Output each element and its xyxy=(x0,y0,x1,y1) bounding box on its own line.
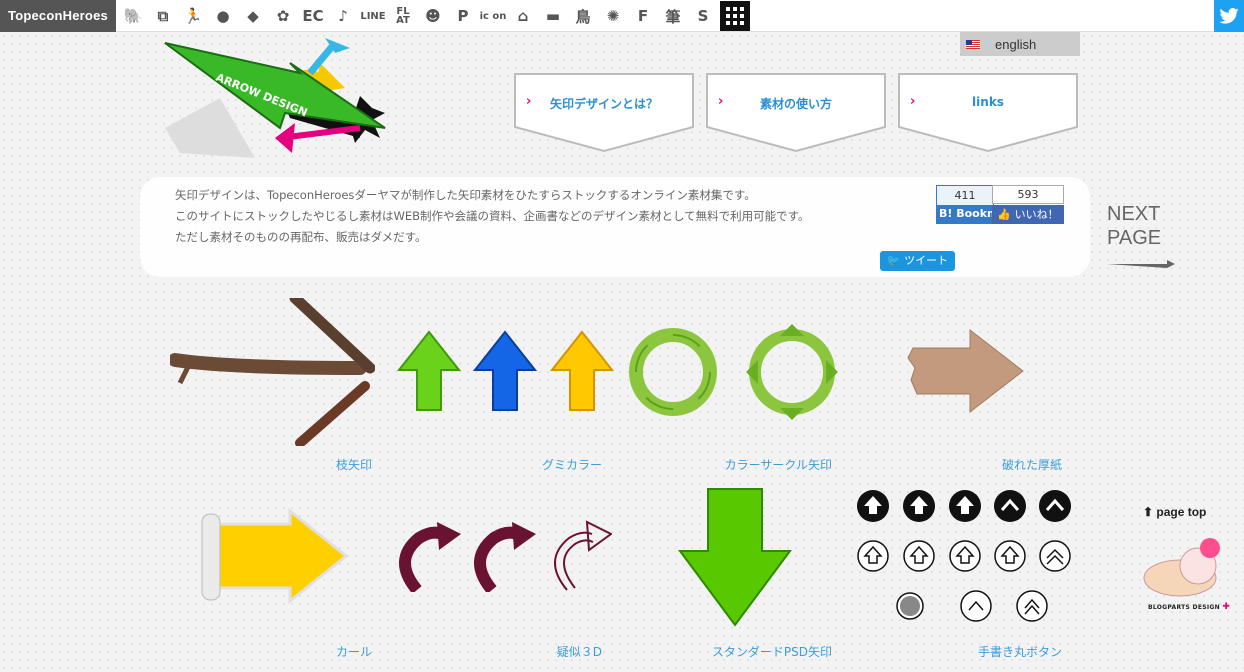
music-note-icon[interactable]: ♪ xyxy=(328,0,358,32)
pseudo-3d-arrow-2[interactable] xyxy=(472,520,537,594)
line-icon[interactable]: LINE xyxy=(358,0,388,32)
language-label: english xyxy=(995,36,1037,52)
thumbs-up-icon: 👍 xyxy=(997,208,1015,221)
facebook-like-label: 👍 いいね！ xyxy=(992,205,1064,224)
facebook-like-text: いいね！ xyxy=(1014,208,1059,221)
hatena-bookmark-button[interactable]: 411 B! Bookmark xyxy=(936,185,994,224)
caption-torn-cardboard[interactable]: 破れた厚紙 xyxy=(962,456,1062,473)
tweet-label: ツイート xyxy=(904,254,949,267)
branch-arrow-thumbnail[interactable] xyxy=(168,292,376,448)
caption-curl[interactable]: カール xyxy=(272,643,372,660)
next-page-line1: NEXT xyxy=(1107,203,1161,225)
bench-icon[interactable]: ▬ xyxy=(538,0,568,32)
caption-branch-arrow[interactable]: 枝矢印 xyxy=(272,456,372,473)
torn-cardboard-arrow[interactable] xyxy=(905,328,1025,414)
gummy-arrow-yellow[interactable] xyxy=(549,330,615,412)
page-top-link[interactable]: ⬆ page top xyxy=(1143,505,1206,519)
bird-kanji-icon[interactable]: 鳥 xyxy=(568,0,598,32)
site-nav-icons: 🐘 ⧉ 🏃 ● ◆ ✿ EC ♪ LINE FL AT ☻ Pic on ⌂ ▬ 鳥 ✺ F 筆 S xyxy=(118,0,750,32)
blogparts-text: BLOGPARTS DESIGN xyxy=(1148,604,1220,611)
facebook-count: 593 xyxy=(992,185,1064,204)
twitter-bird-icon: 🐦 xyxy=(886,254,905,267)
tweet-button[interactable]: 🐦 ツイート xyxy=(880,251,955,271)
blogparts-label: BLOGPARTS DESIGN ✚ xyxy=(1148,602,1230,612)
speech-bubble-icon[interactable]: ● xyxy=(208,0,238,32)
building-icon[interactable]: ⌂ xyxy=(508,0,538,32)
hatena-count: 411 xyxy=(937,186,993,205)
ec-icon[interactable]: EC xyxy=(298,0,328,32)
caption-color-circle-arrow[interactable]: カラーサークル矢印 xyxy=(680,456,832,473)
top-bar: TopeconHeroes 🐘 ⧉ 🏃 ● ◆ ✿ EC ♪ LINE FL AT ☻ Pic on ⌂… xyxy=(0,0,1244,32)
caption-pseudo-3d[interactable]: 疑似３D xyxy=(502,643,602,660)
pseudo-3d-arrow-1[interactable] xyxy=(397,520,462,594)
tag-icon[interactable]: ◆ xyxy=(238,0,268,32)
flower-icon[interactable]: ✿ xyxy=(268,0,298,32)
copy-icon[interactable]: ⧉ xyxy=(148,0,178,32)
arrow-design-logo[interactable]: ARROW DESIGN xyxy=(160,38,390,158)
menu-label: 素材の使い方 xyxy=(759,97,832,111)
standard-psd-arrow[interactable] xyxy=(678,487,792,627)
arrow-up-icon: ⬆ xyxy=(1143,505,1157,519)
gummy-arrow-green[interactable] xyxy=(396,330,462,412)
us-flag-icon xyxy=(966,39,980,49)
icon-text-icon[interactable]: ic on xyxy=(478,0,508,32)
pseudo-3d-arrow-3[interactable] xyxy=(547,520,613,592)
menu-label: 矢印デザインとは？ xyxy=(549,97,658,111)
elephant-icon[interactable]: 🐘 xyxy=(118,0,148,32)
hatena-label: B! Bookmark xyxy=(937,205,993,223)
parking-icon[interactable]: P xyxy=(448,0,478,32)
plus-icon: ✚ xyxy=(1222,602,1231,612)
menu-item-about[interactable]: › 矢印デザインとは？ xyxy=(514,73,694,153)
right-arrow-icon xyxy=(1107,260,1175,268)
intro-line: このサイトにストックしたやじるし素材はWEB制作や会議の資料、企画書などのデザイ… xyxy=(175,209,810,223)
grid-icon[interactable] xyxy=(720,1,750,31)
caption-gummy-color[interactable]: グミカラー xyxy=(502,456,602,473)
handwritten-round-buttons[interactable] xyxy=(855,486,1075,626)
person-icon[interactable]: 🏃 xyxy=(178,0,208,32)
twitter-icon[interactable] xyxy=(1214,0,1244,32)
flat-icon[interactable]: FL AT xyxy=(388,0,418,32)
color-circle-arrow-1[interactable] xyxy=(626,325,720,419)
next-page-line2: PAGE xyxy=(1107,227,1162,249)
f-logo-icon[interactable]: F xyxy=(628,0,658,32)
caption-standard-psd-arrow[interactable]: スタンダードPSD矢印 xyxy=(680,643,832,660)
intro-line: ただし素材そのものの再配布、販売はダメだす。 xyxy=(175,230,427,244)
gummy-arrow-blue[interactable] xyxy=(472,330,538,412)
next-page-link[interactable]: NEXT PAGE xyxy=(1107,202,1177,274)
mascot-image[interactable] xyxy=(1140,536,1226,600)
menu-item-links[interactable]: › links xyxy=(898,73,1078,153)
menu-label: links xyxy=(972,95,1004,109)
intro-line: 矢印デザインは、TopeconHeroesダーヤマが制作した矢印素材をひたすらス… xyxy=(175,188,756,202)
color-circle-arrow-2[interactable] xyxy=(742,322,842,422)
caption-handwritten-round-buttons[interactable]: 手書き丸ボタン xyxy=(942,643,1062,660)
facebook-like-button[interactable]: 593 👍 いいね！ xyxy=(992,185,1064,224)
menu-item-usage[interactable]: › 素材の使い方 xyxy=(706,73,886,153)
curl-arrow-thumbnail[interactable] xyxy=(198,507,350,605)
brand-logo[interactable]: TopeconHeroes xyxy=(0,0,116,32)
page-top-label: page top xyxy=(1156,505,1207,519)
badge-icon[interactable]: ✺ xyxy=(598,0,628,32)
smiley-icon[interactable]: ☻ xyxy=(418,0,448,32)
brush-kanji-icon[interactable]: 筆 xyxy=(658,0,688,32)
language-selector[interactable]: english xyxy=(960,32,1080,56)
s-logo-icon[interactable]: S xyxy=(688,0,718,32)
